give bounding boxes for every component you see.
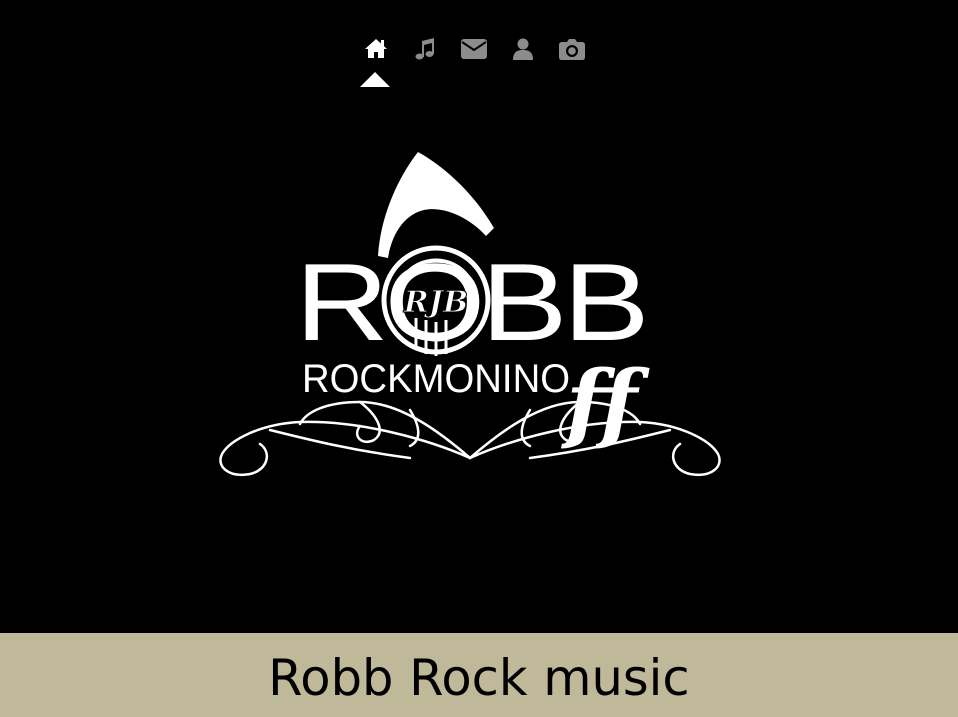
- top-nav: [351, 32, 596, 90]
- nav-about[interactable]: [498, 32, 547, 66]
- nav-contact[interactable]: [449, 32, 498, 66]
- user-icon: [512, 38, 533, 60]
- robb-rockmoninoff-logo: ROBB RJB ROCKMONINO ff: [219, 152, 721, 477]
- site-title: Robb Rock music: [268, 649, 690, 707]
- nav-photos[interactable]: [547, 32, 596, 66]
- page: ROBB RJB ROCKMONINO ff Robb Rock music: [0, 0, 958, 717]
- flourish-ornament: [219, 400, 721, 477]
- logo-line1: ROBB: [295, 241, 645, 364]
- nav-home[interactable]: [351, 32, 400, 66]
- envelope-icon: [460, 39, 487, 59]
- logo-monogram: RJB: [403, 285, 468, 320]
- nav-music[interactable]: [400, 32, 449, 66]
- active-nav-indicator: [360, 72, 390, 87]
- music-note-icon: [415, 38, 434, 60]
- home-icon: [364, 39, 387, 58]
- logo-line2: ROCKMONINO: [302, 357, 570, 401]
- camera-icon: [558, 39, 585, 60]
- footer-bar: Robb Rock music: [0, 633, 958, 717]
